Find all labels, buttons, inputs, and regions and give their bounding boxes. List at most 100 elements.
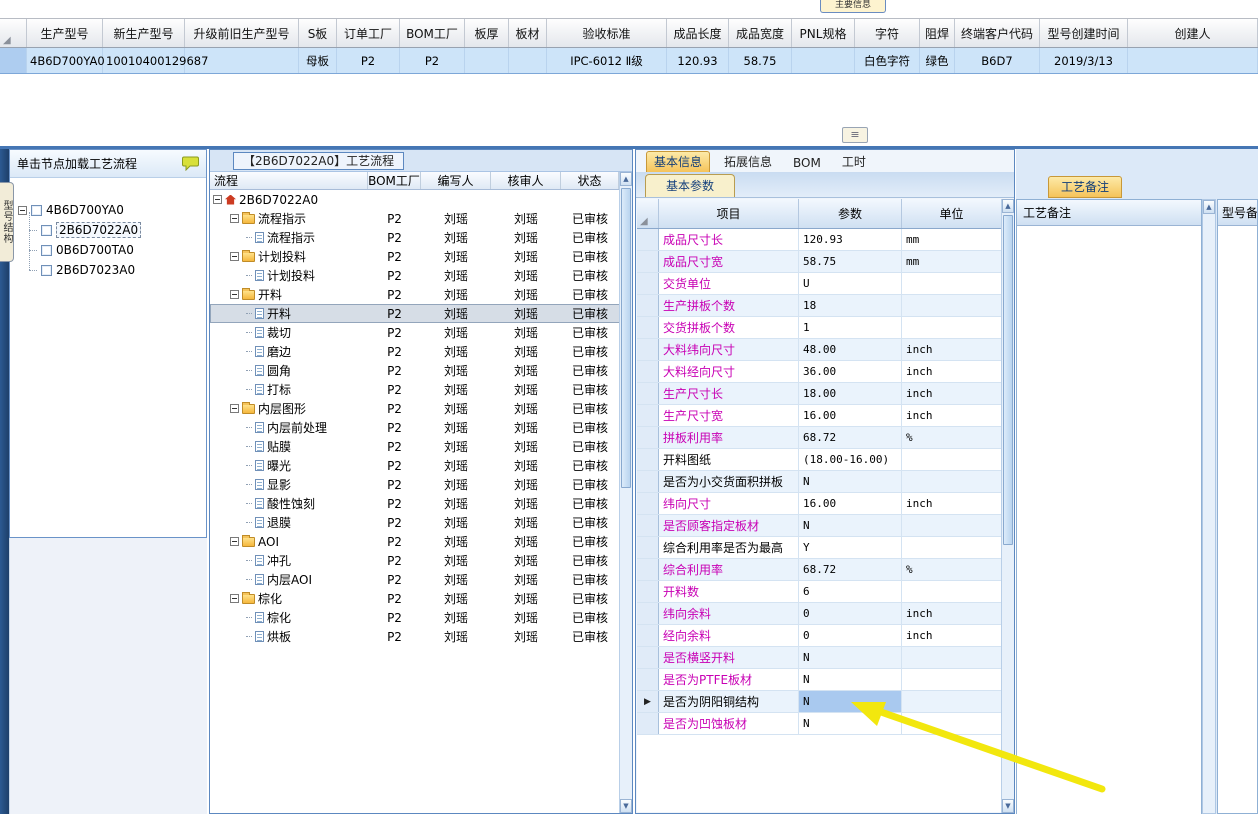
- param-row[interactable]: 是否为小交货面积拼板 N: [637, 471, 1002, 493]
- param-row[interactable]: 纬向余料 0 inch: [637, 603, 1002, 625]
- docked-panel-vertical-tab[interactable]: 型号结构: [0, 182, 14, 262]
- param-value[interactable]: Y: [799, 537, 902, 558]
- param-row[interactable]: 大料经向尺寸 36.00 inch: [637, 361, 1002, 383]
- expander-icon[interactable]: [213, 195, 222, 204]
- tab-process-notes[interactable]: 工艺备注: [1048, 176, 1123, 198]
- flow-row[interactable]: 贴膜 P2 刘瑶 刘瑶 已审核: [210, 437, 632, 456]
- param-row[interactable]: 经向余料 0 inch: [637, 625, 1002, 647]
- param-value[interactable]: U: [799, 273, 902, 294]
- param-row[interactable]: 交货拼板个数 1: [637, 317, 1002, 339]
- flow-row[interactable]: 曝光 P2 刘瑶 刘瑶 已审核: [210, 456, 632, 475]
- tab-basic-info[interactable]: 基本信息: [646, 151, 711, 172]
- param-row[interactable]: 生产尺寸宽 16.00 inch: [637, 405, 1002, 427]
- tree-node[interactable]: 0B6D700TA0: [16, 240, 202, 260]
- scroll-down-icon[interactable]: ▼: [1002, 799, 1014, 813]
- tab-basic-parameters[interactable]: 基本参数: [645, 174, 736, 197]
- param-row[interactable]: 成品尺寸长 120.93 mm: [637, 229, 1002, 251]
- param-row[interactable]: 是否为凹蚀板材 N: [637, 713, 1002, 735]
- param-row[interactable]: 是否横竖开料 N: [637, 647, 1002, 669]
- param-value[interactable]: 0: [799, 603, 902, 624]
- param-value[interactable]: (18.00-16.00): [799, 449, 902, 470]
- param-value[interactable]: 68.72: [799, 559, 902, 580]
- param-value[interactable]: 16.00: [799, 493, 902, 514]
- param-row[interactable]: 开料数 6: [637, 581, 1002, 603]
- scroll-up-icon[interactable]: ▲: [620, 172, 632, 186]
- flow-row[interactable]: 裁切 P2 刘瑶 刘瑶 已审核: [210, 323, 632, 342]
- flow-row[interactable]: 酸性蚀刻 P2 刘瑶 刘瑶 已审核: [210, 494, 632, 513]
- scroll-down-icon[interactable]: ▼: [620, 799, 632, 813]
- param-value[interactable]: N: [799, 669, 902, 690]
- tree-node[interactable]: 2B6D7023A0: [16, 260, 202, 280]
- param-value[interactable]: N: [799, 691, 902, 712]
- param-value[interactable]: 18: [799, 295, 902, 316]
- notes-scrollbar[interactable]: ▲: [1202, 199, 1216, 814]
- param-row[interactable]: 纬向尺寸 16.00 inch: [637, 493, 1002, 515]
- expander-icon[interactable]: [230, 404, 239, 413]
- tree-node[interactable]: 2B6D7022A0: [16, 220, 202, 240]
- param-value[interactable]: 68.72: [799, 427, 902, 448]
- param-value[interactable]: 6: [799, 581, 902, 602]
- tree-node-root[interactable]: 4B6D700YA0: [16, 200, 202, 220]
- param-value[interactable]: 36.00: [799, 361, 902, 382]
- expander-icon[interactable]: [230, 214, 239, 223]
- flow-row[interactable]: 显影 P2 刘瑶 刘瑶 已审核: [210, 475, 632, 494]
- param-value[interactable]: N: [799, 471, 902, 492]
- tab-work-hours[interactable]: 工时: [835, 152, 873, 172]
- param-value[interactable]: 58.75: [799, 251, 902, 272]
- param-row[interactable]: 成品尺寸宽 58.75 mm: [637, 251, 1002, 273]
- scroll-thumb[interactable]: [1003, 215, 1013, 545]
- flow-row[interactable]: 棕化 P2 刘瑶 刘瑶 已审核: [210, 608, 632, 627]
- flow-row[interactable]: 计划投料 P2 刘瑶 刘瑶 已审核: [210, 247, 632, 266]
- param-row[interactable]: 大料纬向尺寸 48.00 inch: [637, 339, 1002, 361]
- param-row[interactable]: 开料图纸 (18.00-16.00): [637, 449, 1002, 471]
- params-scrollbar[interactable]: ▲ ▼: [1001, 199, 1014, 813]
- flow-row[interactable]: 流程指示 P2 刘瑶 刘瑶 已审核: [210, 228, 632, 247]
- param-row[interactable]: 是否为PTFE板材 N: [637, 669, 1002, 691]
- flow-row[interactable]: 流程指示 P2 刘瑶 刘瑶 已审核: [210, 209, 632, 228]
- flow-row[interactable]: 内层AOI P2 刘瑶 刘瑶 已审核: [210, 570, 632, 589]
- expander-icon[interactable]: [230, 252, 239, 261]
- param-value[interactable]: 1: [799, 317, 902, 338]
- param-row[interactable]: 综合利用率是否为最高 Y: [637, 537, 1002, 559]
- scroll-up-icon[interactable]: ▲: [1203, 200, 1215, 214]
- param-row[interactable]: ▶ 是否为阴阳铜结构 N: [637, 691, 1002, 713]
- param-value[interactable]: N: [799, 515, 902, 536]
- flow-row[interactable]: 内层图形 P2 刘瑶 刘瑶 已审核: [210, 399, 632, 418]
- flow-row[interactable]: 棕化 P2 刘瑶 刘瑶 已审核: [210, 589, 632, 608]
- scroll-thumb[interactable]: [621, 188, 631, 488]
- param-row[interactable]: 综合利用率 68.72%: [637, 559, 1002, 581]
- param-value[interactable]: N: [799, 713, 902, 734]
- tab-extended-info[interactable]: 拓展信息: [717, 152, 779, 172]
- flow-row[interactable]: 打标 P2 刘瑶 刘瑶 已审核: [210, 380, 632, 399]
- param-value[interactable]: 0: [799, 625, 902, 646]
- flow-row[interactable]: 开料 P2 刘瑶 刘瑶 已审核: [210, 304, 632, 323]
- panel-grip-icon[interactable]: ≡: [842, 127, 868, 143]
- flow-row[interactable]: 圆角 P2 刘瑶 刘瑶 已审核: [210, 361, 632, 380]
- flow-row[interactable]: 烘板 P2 刘瑶 刘瑶 已审核: [210, 627, 632, 646]
- scroll-up-icon[interactable]: ▲: [1002, 199, 1014, 213]
- expander-icon[interactable]: [230, 537, 239, 546]
- main-table-row[interactable]: 4B6D700YA0 10010400129687 母板 P2 P2 IPC-6012 Ⅱ…: [0, 48, 1258, 74]
- flow-row[interactable]: 退膜 P2 刘瑶 刘瑶 已审核: [210, 513, 632, 532]
- flow-row[interactable]: 计划投料 P2 刘瑶 刘瑶 已审核: [210, 266, 632, 285]
- param-row[interactable]: 交货单位 U: [637, 273, 1002, 295]
- param-value[interactable]: 16.00: [799, 405, 902, 426]
- param-value[interactable]: 48.00: [799, 339, 902, 360]
- param-row[interactable]: 拼板利用率 68.72%: [637, 427, 1002, 449]
- flow-row[interactable]: 内层前处理 P2 刘瑶 刘瑶 已审核: [210, 418, 632, 437]
- param-row[interactable]: 生产尺寸长 18.00 inch: [637, 383, 1002, 405]
- flow-scrollbar[interactable]: ▲ ▼: [619, 172, 632, 813]
- flow-row[interactable]: 磨边 P2 刘瑶 刘瑶 已审核: [210, 342, 632, 361]
- expander-icon[interactable]: [230, 594, 239, 603]
- expander-icon[interactable]: [18, 205, 27, 215]
- flow-row[interactable]: 2B6D7022A0: [210, 190, 632, 209]
- param-value[interactable]: 18.00: [799, 383, 902, 404]
- tab-bom[interactable]: BOM: [786, 155, 828, 172]
- process-notes-body[interactable]: [1017, 226, 1201, 814]
- param-value[interactable]: 120.93: [799, 229, 902, 250]
- flow-row[interactable]: 冲孔 P2 刘瑶 刘瑶 已审核: [210, 551, 632, 570]
- expander-icon[interactable]: [230, 290, 239, 299]
- param-value[interactable]: N: [799, 647, 902, 668]
- flow-row[interactable]: AOI P2 刘瑶 刘瑶 已审核: [210, 532, 632, 551]
- flow-row[interactable]: 开料 P2 刘瑶 刘瑶 已审核: [210, 285, 632, 304]
